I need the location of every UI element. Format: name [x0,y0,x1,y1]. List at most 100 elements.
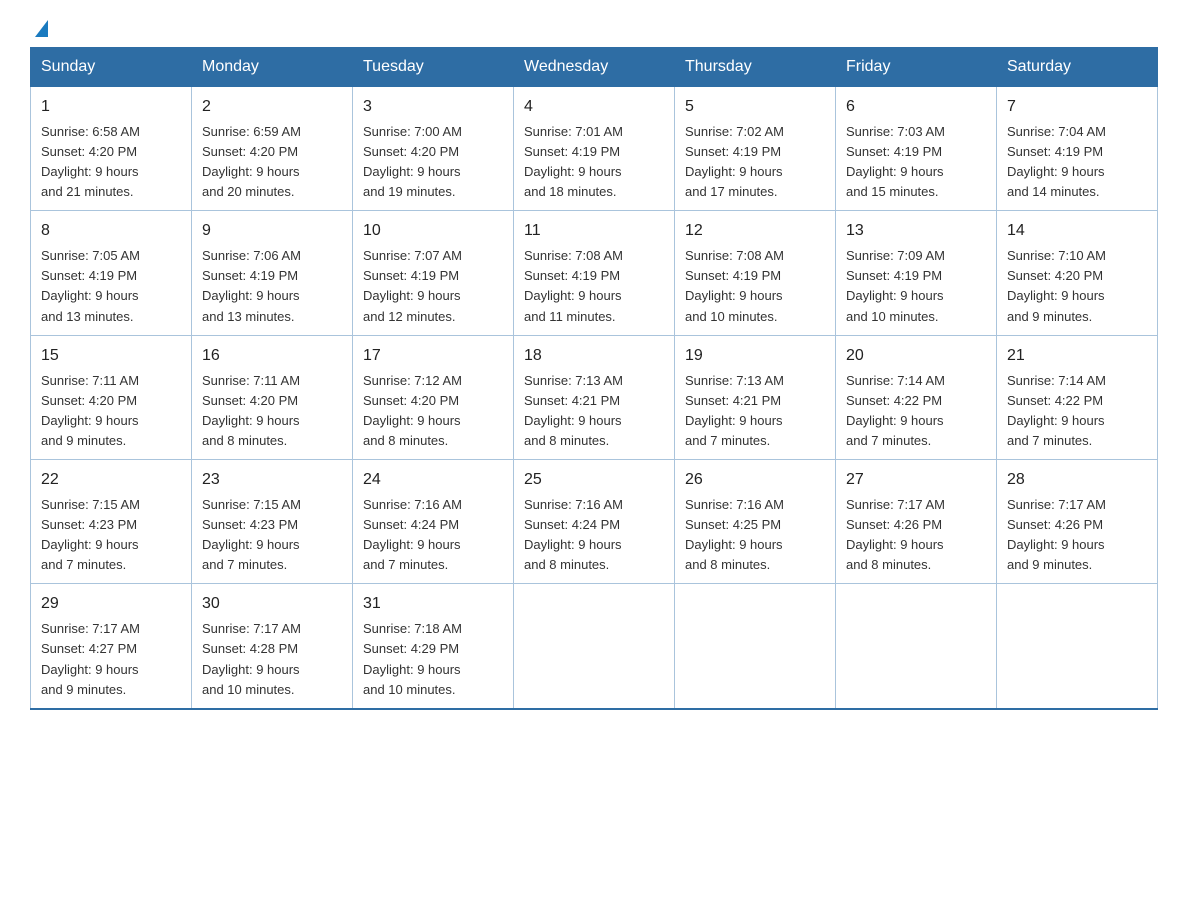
day-info: Sunrise: 7:06 AMSunset: 4:19 PMDaylight:… [202,248,301,323]
day-number: 31 [363,592,503,617]
calendar-cell [675,584,836,709]
day-info: Sunrise: 7:11 AMSunset: 4:20 PMDaylight:… [202,373,300,448]
calendar-cell: 12 Sunrise: 7:08 AMSunset: 4:19 PMDayligh… [675,211,836,335]
week-row-1: 1 Sunrise: 6:58 AMSunset: 4:20 PMDaylight… [31,87,1158,211]
day-info: Sunrise: 7:16 AMSunset: 4:24 PMDaylight:… [363,497,462,572]
day-number: 21 [1007,344,1147,369]
day-number: 17 [363,344,503,369]
day-number: 10 [363,219,503,244]
calendar-cell: 28 Sunrise: 7:17 AMSunset: 4:26 PMDayligh… [997,460,1158,584]
calendar-cell: 19 Sunrise: 7:13 AMSunset: 4:21 PMDayligh… [675,335,836,459]
calendar-cell: 3 Sunrise: 7:00 AMSunset: 4:20 PMDaylight… [353,87,514,211]
calendar-cell: 13Sunrise: 7:09 AMSunset: 4:19 PMDayligh… [836,211,997,335]
calendar-cell: 11 Sunrise: 7:08 AMSunset: 4:19 PMDayligh… [514,211,675,335]
day-info: Sunrise: 7:13 AMSunset: 4:21 PMDaylight:… [685,373,784,448]
day-number: 7 [1007,95,1147,120]
logo [30,20,48,37]
calendar-cell [997,584,1158,709]
header-row: SundayMondayTuesdayWednesdayThursdayFrid… [31,48,1158,87]
day-info: Sunrise: 7:14 AMSunset: 4:22 PMDaylight:… [1007,373,1106,448]
week-row-2: 8 Sunrise: 7:05 AMSunset: 4:19 PMDaylight… [31,211,1158,335]
day-number: 26 [685,468,825,493]
calendar-cell: 9 Sunrise: 7:06 AMSunset: 4:19 PMDaylight… [192,211,353,335]
day-info: Sunrise: 7:08 AMSunset: 4:19 PMDaylight:… [524,248,623,323]
calendar-cell: 25 Sunrise: 7:16 AMSunset: 4:24 PMDayligh… [514,460,675,584]
calendar-cell: 18 Sunrise: 7:13 AMSunset: 4:21 PMDayligh… [514,335,675,459]
day-number: 25 [524,468,664,493]
calendar-cell: 17 Sunrise: 7:12 AMSunset: 4:20 PMDayligh… [353,335,514,459]
day-number: 3 [363,95,503,120]
day-info: Sunrise: 7:02 AMSunset: 4:19 PMDaylight:… [685,124,784,199]
day-number: 15 [41,344,181,369]
day-number: 24 [363,468,503,493]
calendar-cell: 15Sunrise: 7:11 AMSunset: 4:20 PMDayligh… [31,335,192,459]
day-info: Sunrise: 7:07 AMSunset: 4:19 PMDaylight:… [363,248,462,323]
calendar-cell: 1 Sunrise: 6:58 AMSunset: 4:20 PMDaylight… [31,87,192,211]
header-thursday: Thursday [675,48,836,87]
day-number: 16 [202,344,342,369]
day-number: 2 [202,95,342,120]
calendar-cell: 21 Sunrise: 7:14 AMSunset: 4:22 PMDayligh… [997,335,1158,459]
day-number: 19 [685,344,825,369]
day-number: 11 [524,219,664,244]
day-info: Sunrise: 7:10 AMSunset: 4:20 PMDaylight:… [1007,248,1106,323]
day-number: 14 [1007,219,1147,244]
calendar-cell: 8 Sunrise: 7:05 AMSunset: 4:19 PMDaylight… [31,211,192,335]
day-info: Sunrise: 7:16 AMSunset: 4:25 PMDaylight:… [685,497,784,572]
day-info: Sunrise: 6:58 AMSunset: 4:20 PMDaylight:… [41,124,140,199]
day-number: 23 [202,468,342,493]
day-info: Sunrise: 7:17 AMSunset: 4:26 PMDaylight:… [846,497,945,572]
header-monday: Monday [192,48,353,87]
day-info: Sunrise: 7:14 AMSunset: 4:22 PMDaylight:… [846,373,945,448]
header-sunday: Sunday [31,48,192,87]
day-number: 9 [202,219,342,244]
day-info: Sunrise: 7:17 AMSunset: 4:27 PMDaylight:… [41,621,140,696]
day-number: 22 [41,468,181,493]
calendar-cell: 4Sunrise: 7:01 AMSunset: 4:19 PMDaylight… [514,87,675,211]
day-number: 18 [524,344,664,369]
header-saturday: Saturday [997,48,1158,87]
day-info: Sunrise: 7:13 AMSunset: 4:21 PMDaylight:… [524,373,623,448]
day-info: Sunrise: 7:12 AMSunset: 4:20 PMDaylight:… [363,373,462,448]
calendar-cell: 27 Sunrise: 7:17 AMSunset: 4:26 PMDayligh… [836,460,997,584]
week-row-4: 22Sunrise: 7:15 AMSunset: 4:23 PMDayligh… [31,460,1158,584]
header-wednesday: Wednesday [514,48,675,87]
day-info: Sunrise: 7:17 AMSunset: 4:26 PMDaylight:… [1007,497,1106,572]
day-info: Sunrise: 7:04 AMSunset: 4:19 PMDaylight:… [1007,124,1106,199]
day-number: 8 [41,219,181,244]
day-info: Sunrise: 7:01 AMSunset: 4:19 PMDaylight:… [524,124,623,199]
day-info: Sunrise: 7:03 AMSunset: 4:19 PMDaylight:… [846,124,945,199]
calendar-cell: 26 Sunrise: 7:16 AMSunset: 4:25 PMDayligh… [675,460,836,584]
calendar-cell: 6 Sunrise: 7:03 AMSunset: 4:19 PMDaylight… [836,87,997,211]
day-info: Sunrise: 7:08 AMSunset: 4:19 PMDaylight:… [685,248,784,323]
day-info: Sunrise: 7:17 AMSunset: 4:28 PMDaylight:… [202,621,301,696]
day-info: Sunrise: 7:16 AMSunset: 4:24 PMDaylight:… [524,497,623,572]
day-info: Sunrise: 7:00 AMSunset: 4:20 PMDaylight:… [363,124,462,199]
calendar-cell: 23Sunrise: 7:15 AMSunset: 4:23 PMDayligh… [192,460,353,584]
calendar-cell: 20 Sunrise: 7:14 AMSunset: 4:22 PMDayligh… [836,335,997,459]
calendar-cell: 10 Sunrise: 7:07 AMSunset: 4:19 PMDayligh… [353,211,514,335]
day-number: 27 [846,468,986,493]
calendar-cell: 24 Sunrise: 7:16 AMSunset: 4:24 PMDayligh… [353,460,514,584]
day-number: 6 [846,95,986,120]
day-number: 30 [202,592,342,617]
day-number: 28 [1007,468,1147,493]
calendar-cell: 30 Sunrise: 7:17 AMSunset: 4:28 PMDayligh… [192,584,353,709]
day-number: 20 [846,344,986,369]
calendar-cell [514,584,675,709]
day-number: 29 [41,592,181,617]
page-header [30,20,1158,37]
day-info: Sunrise: 7:18 AMSunset: 4:29 PMDaylight:… [363,621,462,696]
header-tuesday: Tuesday [353,48,514,87]
calendar-cell: 14 Sunrise: 7:10 AMSunset: 4:20 PMDayligh… [997,211,1158,335]
week-row-3: 15 Sunrise: 7:11 AMSunset: 4:20 PMDayligh… [31,335,1158,459]
calendar-cell: 5Sunrise: 7:02 AMSunset: 4:19 PMDaylight… [675,87,836,211]
day-number: 12 [685,219,825,244]
day-number: 13 [846,219,986,244]
week-row-5: 29 Sunrise: 7:17 AMSunset: 4:27 PMDayligh… [31,584,1158,709]
day-info: Sunrise: 7:05 AMSunset: 4:19 PMDaylight:… [41,248,140,323]
day-info: Sunrise: 6:59 AMSunset: 4:20 PMDaylight:… [202,124,301,199]
day-number: 1 [41,95,181,120]
header-friday: Friday [836,48,997,87]
calendar-cell: 22Sunrise: 7:15 AMSunset: 4:23 PMDayligh… [31,460,192,584]
